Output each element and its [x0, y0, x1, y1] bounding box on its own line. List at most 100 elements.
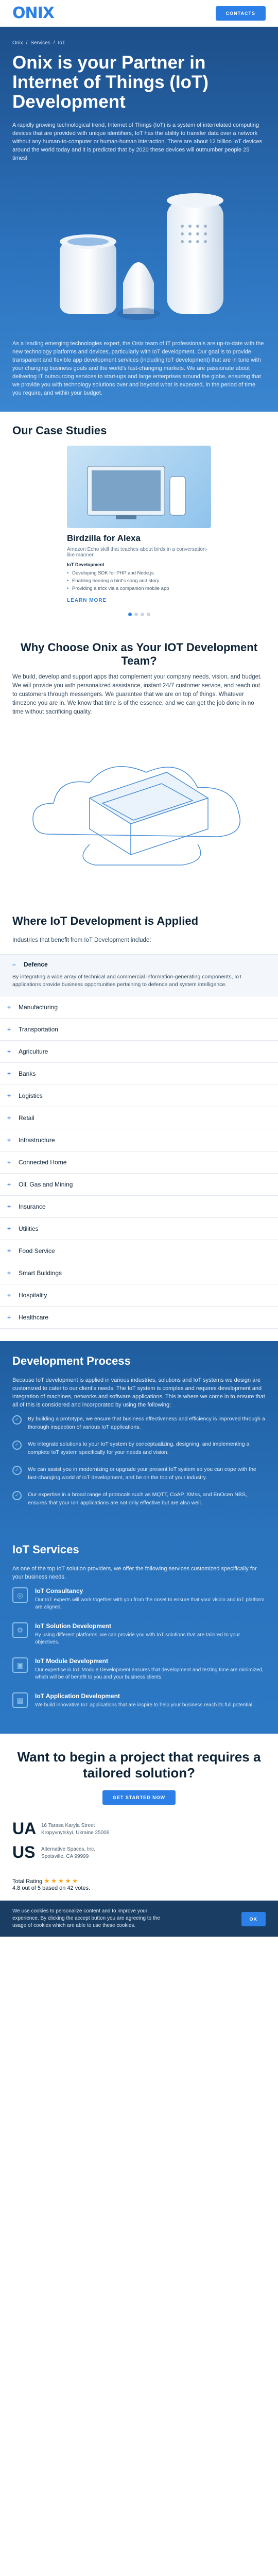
plus-icon: + [7, 1181, 11, 1188]
accordion-item[interactable]: + Retail [0, 1107, 278, 1129]
hero-body: As a leading emerging technologies exper… [12, 341, 264, 396]
service-name: IoT Application Development [35, 1692, 120, 1700]
module-icon: ▣ [12, 1657, 28, 1673]
smart-speakers-illustration [12, 170, 266, 334]
star-rating-icon[interactable]: ★★★★★ [44, 1877, 79, 1885]
case-image [67, 446, 211, 528]
accordion-item[interactable]: + Connected Home [0, 1151, 278, 1174]
accordion-item[interactable]: + Insurance [0, 1196, 278, 1218]
applied-section: Where IoT Development is Applied Industr… [0, 902, 278, 954]
accordion-item-label: Manufacturing [19, 1004, 58, 1011]
breadcrumb-services[interactable]: Services [30, 40, 50, 46]
why-section: Why Choose Onix as Your IOT Development … [0, 629, 278, 902]
cookie-text: We use cookies to personalize content an… [12, 1908, 160, 1928]
accordion-item[interactable]: + Infrastructure [0, 1129, 278, 1151]
office-code: UA [12, 1819, 37, 1838]
process-step: ✓ We can assist you in modernizing or upg… [12, 1466, 266, 1482]
process-step-text: We can assist you in modernizing or upgr… [28, 1466, 256, 1481]
plus-icon: + [7, 1159, 11, 1166]
get-started-button[interactable]: GET STARTED NOW [102, 1790, 176, 1805]
learn-more-link[interactable]: LEARN MORE [67, 598, 107, 603]
plus-icon: + [7, 1247, 11, 1255]
office-address: Alternative Spaces, Inc. Spotsville, CA … [41, 1846, 96, 1859]
plus-icon: + [7, 1114, 11, 1122]
solution-icon: ⚙ [12, 1622, 28, 1638]
plus-icon: + [7, 1026, 11, 1033]
breadcrumb-onix[interactable]: Onix [12, 40, 23, 46]
cookie-accept-button[interactable]: OK [241, 1912, 266, 1926]
service-item: ◎ IoT Consultancy Our IoT experts will wor… [12, 1587, 266, 1611]
breadcrumb-sep: / [26, 40, 28, 46]
logo[interactable]: ONIX [12, 4, 55, 22]
accordion-item-label: Connected Home [19, 1159, 67, 1166]
process-step: ✓ Our expertise in a broad range of proto… [12, 1491, 266, 1507]
plus-icon: + [7, 1048, 11, 1055]
page-title: Onix is your Partner in Internet of Thin… [12, 53, 209, 112]
carousel-dot[interactable] [128, 613, 132, 616]
accordion-item[interactable]: + Agriculture [0, 1041, 278, 1063]
plus-icon: + [7, 1292, 11, 1299]
plus-icon: + [7, 1070, 11, 1077]
carousel-dot[interactable] [134, 613, 138, 616]
accordion-item-label: Hospitality [19, 1292, 47, 1299]
accordion-item-defence[interactable]: – Defence By integrating a wide array of … [0, 955, 278, 996]
accordion-item-label: Agriculture [19, 1048, 48, 1055]
services-section: IoT Services As one of the top IoT solut… [0, 1530, 278, 1734]
process-step-text: By building a prototype, we ensure that … [28, 1416, 265, 1430]
case-subtitle: Amazon Echo skill that teaches about bir… [67, 547, 207, 558]
service-text: Our expertise in IoT Module Development … [35, 1667, 264, 1680]
process-intro: Because IoT development is applied in va… [12, 1377, 265, 1408]
office-us: US Alternative Spaces, Inc. Spotsville, … [12, 1844, 266, 1860]
accordion-item[interactable]: + Transportation [0, 1019, 278, 1041]
accordion-item[interactable]: + Utilities [0, 1218, 278, 1240]
case-label: IoT Development [67, 562, 105, 567]
contacts-button[interactable]: CONTACTS [215, 6, 266, 21]
accordion-item[interactable]: + Logistics [0, 1085, 278, 1107]
plus-icon: + [7, 1203, 11, 1210]
accordion-item-label: Defence [24, 961, 48, 968]
case-studies-section: Our Case Studies Birdzilla for Alexa Ama… [0, 412, 278, 629]
check-icon: ✓ [12, 1466, 22, 1475]
accordion-item-label: Insurance [19, 1203, 46, 1210]
case-studies-title: Our Case Studies [12, 424, 107, 437]
consultancy-icon: ◎ [12, 1587, 28, 1603]
breadcrumb-sep: / [53, 40, 55, 46]
list-item: Providing a trick via a companion mobile… [67, 585, 211, 592]
process-step-text: We integrate solutions to your IoT syste… [28, 1441, 250, 1455]
accordion-item[interactable]: + Hospitality [0, 1284, 278, 1307]
check-icon: ✓ [12, 1491, 22, 1500]
accordion-item[interactable]: + Banks [0, 1063, 278, 1085]
service-item: ▣ IoT Module Development Our expertise in … [12, 1657, 266, 1681]
cta-title: Want to begin a project that requires a … [17, 1749, 261, 1781]
carousel-dot[interactable] [146, 613, 150, 616]
rating-label: Total Rating [12, 1878, 43, 1885]
accordion-item[interactable]: + Oil, Gas and Mining [0, 1174, 278, 1196]
case-title[interactable]: Birdzilla for Alexa [67, 533, 211, 544]
accordion-item[interactable]: + Manufacturing [0, 996, 278, 1019]
accordion-item-label: Food Service [19, 1247, 55, 1255]
check-icon: ✓ [12, 1440, 22, 1450]
process-section: Development Process Because IoT developm… [0, 1341, 278, 1530]
accordion-item-label: Transportation [19, 1026, 58, 1033]
applied-subtitle: Industries that benefit from IoT Develop… [12, 937, 151, 943]
carousel-dot[interactable] [140, 613, 144, 616]
check-icon: ✓ [12, 1415, 22, 1425]
laptop-cloud-illustration [12, 726, 266, 880]
service-name: IoT Solution Development [35, 1622, 112, 1630]
service-name: IoT Consultancy [35, 1587, 83, 1595]
breadcrumb: Onix / Services / IoT [12, 40, 266, 46]
accordion-item[interactable]: + Healthcare [0, 1307, 278, 1329]
accordion-item[interactable]: + Food Service [0, 1240, 278, 1262]
office-ua: UA 16 Tarasa Karyla Street Kropyvnytskyi… [12, 1820, 266, 1837]
process-step: ✓ We integrate solutions to your IoT syst… [12, 1440, 266, 1456]
accordion-item[interactable]: + Smart Buildings [0, 1262, 278, 1284]
case-card: Birdzilla for Alexa Amazon Echo skill th… [67, 446, 211, 604]
service-item: ▤ IoT Application Development We build inn… [12, 1692, 266, 1709]
cta-section: Want to begin a project that requires a … [0, 1734, 278, 1815]
plus-icon: + [7, 1314, 11, 1321]
applied-title: Where IoT Development is Applied [12, 914, 199, 927]
accordion-item-label: Infrastructure [19, 1137, 55, 1144]
offices: UA 16 Tarasa Karyla Street Kropyvnytskyi… [0, 1815, 278, 1873]
process-step-text: Our expertise in a broad range of protoc… [28, 1492, 247, 1506]
accordion-item-label: Healthcare [19, 1314, 49, 1321]
